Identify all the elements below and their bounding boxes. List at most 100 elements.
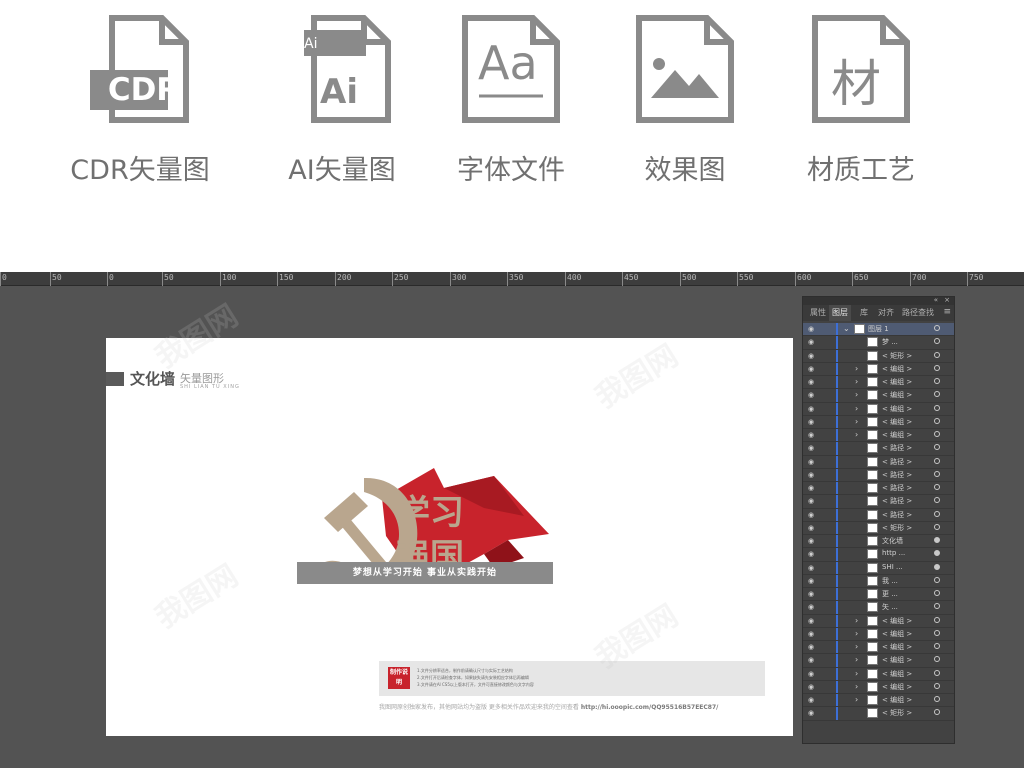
layer-target-icon[interactable]	[934, 404, 940, 411]
layer-row[interactable]: ◉ 我 ...	[803, 574, 954, 588]
chevron-right-icon[interactable]: ›	[855, 417, 858, 426]
layer-target-icon[interactable]	[934, 696, 940, 702]
layer-target-icon[interactable]	[934, 616, 940, 623]
chevron-right-icon[interactable]: ›	[855, 695, 858, 704]
layer-name[interactable]: http ...	[882, 549, 905, 557]
layer-name[interactable]: < 编组 >	[882, 682, 912, 692]
visibility-eye-icon[interactable]: ◉	[808, 378, 814, 386]
layer-name[interactable]: 梦 ...	[882, 337, 898, 347]
layer-target-icon[interactable]	[934, 510, 940, 517]
layer-row[interactable]: ◉ › < 编组 >	[803, 362, 954, 376]
layer-row[interactable]: ◉ 文化墙	[803, 535, 954, 549]
chevron-right-icon[interactable]: ›	[855, 404, 858, 413]
chevron-right-icon[interactable]: ›	[855, 629, 858, 638]
layer-name[interactable]: 我 ...	[882, 576, 898, 586]
layer-row[interactable]: ◉ < 路径 >	[803, 455, 954, 469]
layer-row[interactable]: ◉ › < 编组 >	[803, 389, 954, 403]
layer-target-icon[interactable]	[934, 431, 940, 437]
layer-name[interactable]: < 编组 >	[882, 616, 912, 626]
layer-name[interactable]: < 编组 >	[882, 629, 912, 639]
visibility-eye-icon[interactable]: ◉	[808, 431, 814, 439]
layer-target-icon[interactable]	[934, 563, 940, 570]
visibility-eye-icon[interactable]: ◉	[808, 352, 814, 360]
visibility-eye-icon[interactable]: ◉	[808, 564, 814, 572]
layer-name[interactable]: < 矩形 >	[882, 708, 912, 718]
layer-target-icon[interactable]	[934, 576, 940, 583]
chevron-right-icon[interactable]: ›	[855, 655, 858, 664]
layer-target-icon[interactable]	[934, 497, 940, 504]
visibility-eye-icon[interactable]: ◉	[808, 630, 814, 638]
layer-name[interactable]: < 矩形 >	[882, 523, 912, 533]
layer-name[interactable]: < 编组 >	[882, 695, 912, 705]
visibility-eye-icon[interactable]: ◉	[808, 537, 814, 545]
chevron-down-icon[interactable]: ⌄	[843, 324, 850, 333]
visibility-eye-icon[interactable]: ◉	[808, 590, 814, 598]
layer-target-icon[interactable]	[934, 656, 940, 663]
layer-target-icon[interactable]	[934, 378, 940, 384]
visibility-eye-icon[interactable]: ◉	[808, 683, 814, 691]
layer-row[interactable]: ◉ › < 编组 >	[803, 415, 954, 429]
chevron-right-icon[interactable]: ›	[855, 364, 858, 373]
visibility-eye-icon[interactable]: ◉	[808, 577, 814, 585]
layer-name[interactable]: < 编组 >	[882, 364, 912, 374]
visibility-eye-icon[interactable]: ◉	[808, 511, 814, 519]
layer-name[interactable]: < 路径 >	[882, 443, 912, 453]
panel-menu-icon[interactable]: ≡	[943, 307, 951, 317]
layer-row[interactable]: ◉ › < 编组 >	[803, 680, 954, 694]
footer-link[interactable]: http://hi.ooopic.com/QQ95516B57EEC87/	[581, 704, 719, 711]
chevron-right-icon[interactable]: ›	[855, 377, 858, 386]
layer-target-icon[interactable]	[934, 325, 940, 331]
layer-name[interactable]: 矢 ...	[882, 602, 898, 612]
visibility-eye-icon[interactable]: ◉	[808, 444, 814, 452]
layer-row[interactable]: ◉ › < 编组 >	[803, 667, 954, 681]
layer-name[interactable]: 文化墙	[882, 536, 903, 546]
tab-properties[interactable]: 属性	[807, 305, 829, 321]
layer-target-icon[interactable]	[934, 444, 940, 451]
layer-target-icon[interactable]	[934, 590, 940, 596]
layer-target-icon[interactable]	[934, 364, 940, 371]
layer-target-icon[interactable]	[934, 537, 940, 543]
close-icon[interactable]: ×	[944, 296, 950, 304]
layer-row[interactable]: ◉ < 路径 >	[803, 495, 954, 509]
layer-row[interactable]: ◉ › < 编组 >	[803, 614, 954, 628]
layer-row[interactable]: ◉ › < 编组 >	[803, 376, 954, 390]
layer-row[interactable]: ◉ SHI ...	[803, 561, 954, 575]
visibility-eye-icon[interactable]: ◉	[808, 670, 814, 678]
visibility-eye-icon[interactable]: ◉	[808, 484, 814, 492]
chevron-right-icon[interactable]: ›	[855, 616, 858, 625]
visibility-eye-icon[interactable]: ◉	[808, 365, 814, 373]
layer-row[interactable]: ◉ http ...	[803, 548, 954, 562]
layer-row[interactable]: ◉ › < 编组 >	[803, 402, 954, 416]
layer-name[interactable]: < 路径 >	[882, 483, 912, 493]
layer-row[interactable]: ◉ › < 编组 >	[803, 641, 954, 655]
chevron-right-icon[interactable]: ›	[855, 682, 858, 691]
chevron-right-icon[interactable]: ›	[855, 390, 858, 399]
layer-row[interactable]: ◉ 矢 ...	[803, 601, 954, 615]
visibility-eye-icon[interactable]: ◉	[808, 391, 814, 399]
tab-libraries[interactable]: 库	[857, 305, 871, 321]
panel-titlebar[interactable]: « ×	[803, 296, 954, 305]
tab-layers[interactable]: 图层	[829, 305, 851, 321]
layer-name[interactable]: 更 ...	[882, 589, 898, 599]
layer-row[interactable]: ◉ < 路径 >	[803, 442, 954, 456]
layer-target-icon[interactable]	[934, 457, 940, 464]
layer-target-icon[interactable]	[934, 669, 940, 676]
layer-name[interactable]: SHI ...	[882, 563, 903, 571]
layer-row-main[interactable]: ◉ ⌄ 图层 1	[803, 323, 954, 337]
layer-row[interactable]: ◉ < 路径 >	[803, 482, 954, 496]
layer-target-icon[interactable]	[934, 709, 940, 716]
tab-align[interactable]: 对齐	[875, 305, 897, 321]
layer-row[interactable]: ◉ < 矩形 >	[803, 707, 954, 721]
layer-row[interactable]: ◉ 梦 ...	[803, 336, 954, 350]
visibility-eye-icon[interactable]: ◉	[808, 709, 814, 717]
visibility-eye-icon[interactable]: ◉	[808, 405, 814, 413]
layer-target-icon[interactable]	[934, 338, 940, 345]
tab-pathfinder[interactable]: 路径查找	[899, 305, 937, 321]
layer-row[interactable]: ◉ › < 编组 >	[803, 694, 954, 708]
visibility-eye-icon[interactable]: ◉	[808, 458, 814, 466]
visibility-eye-icon[interactable]: ◉	[808, 471, 814, 479]
visibility-eye-icon[interactable]: ◉	[808, 656, 814, 664]
layer-row[interactable]: ◉ < 路径 >	[803, 468, 954, 482]
visibility-eye-icon[interactable]: ◉	[808, 603, 814, 611]
visibility-eye-icon[interactable]: ◉	[808, 550, 814, 558]
